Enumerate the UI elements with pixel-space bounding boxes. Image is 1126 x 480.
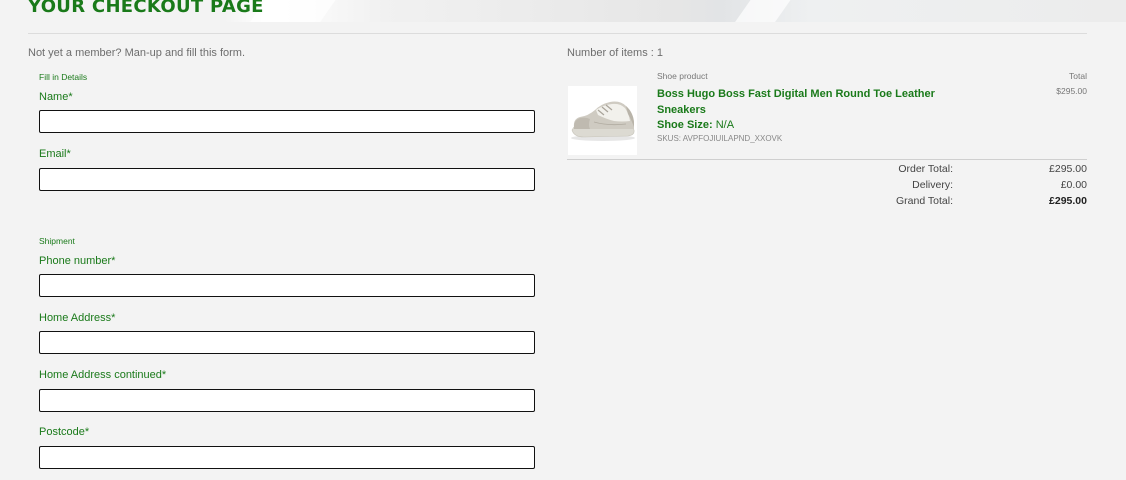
shoe-size: Shoe Size: N/A: [657, 119, 734, 131]
delivery-label: Delivery:: [912, 179, 953, 191]
summary-divider: [567, 159, 1087, 160]
address-continued-label: Home Address continued*: [39, 369, 167, 381]
postcode-label: Postcode*: [39, 426, 90, 438]
page-title: YOUR CHECKOUT PAGE: [28, 0, 264, 17]
line-total: $295.00: [1056, 86, 1087, 96]
items-count: Number of items : 1: [567, 47, 663, 59]
member-note: Not yet a member? Man-up and fill this f…: [28, 47, 246, 59]
address-continued-field[interactable]: [39, 389, 535, 412]
header-divider: [28, 33, 1087, 34]
postcode-field[interactable]: [39, 446, 535, 469]
product-skus: SKUS: AVPFOJIUILAPND_XXOVK: [657, 134, 783, 143]
phone-field[interactable]: [39, 274, 535, 297]
order-total-value: £295.00: [1049, 163, 1087, 175]
shoe-size-value: N/A: [715, 119, 735, 131]
email-label: Email*: [39, 148, 71, 160]
banner-decoration: [715, 0, 805, 22]
name-label: Name*: [39, 91, 73, 103]
shipment-heading: Shipment: [39, 236, 75, 246]
sneaker-image[interactable]: [568, 86, 637, 155]
address-label: Home Address*: [39, 312, 116, 324]
email-field[interactable]: [39, 168, 535, 191]
details-heading: Fill in Details: [39, 72, 88, 82]
name-field[interactable]: [39, 110, 535, 133]
phone-label: Phone number*: [39, 255, 116, 267]
delivery-value: £0.00: [1060, 179, 1087, 191]
column-product-header: Shoe product: [657, 71, 708, 81]
grand-total-value: £295.00: [1049, 195, 1087, 207]
order-total-label: Order Total:: [898, 163, 953, 175]
product-name[interactable]: Boss Hugo Boss Fast Digital Men Round To…: [657, 86, 937, 118]
shoe-size-label: Shoe Size:: [657, 119, 713, 131]
grand-total-label: Grand Total:: [895, 195, 953, 207]
address-field[interactable]: [39, 331, 535, 354]
column-total-header: Total: [1069, 71, 1087, 81]
